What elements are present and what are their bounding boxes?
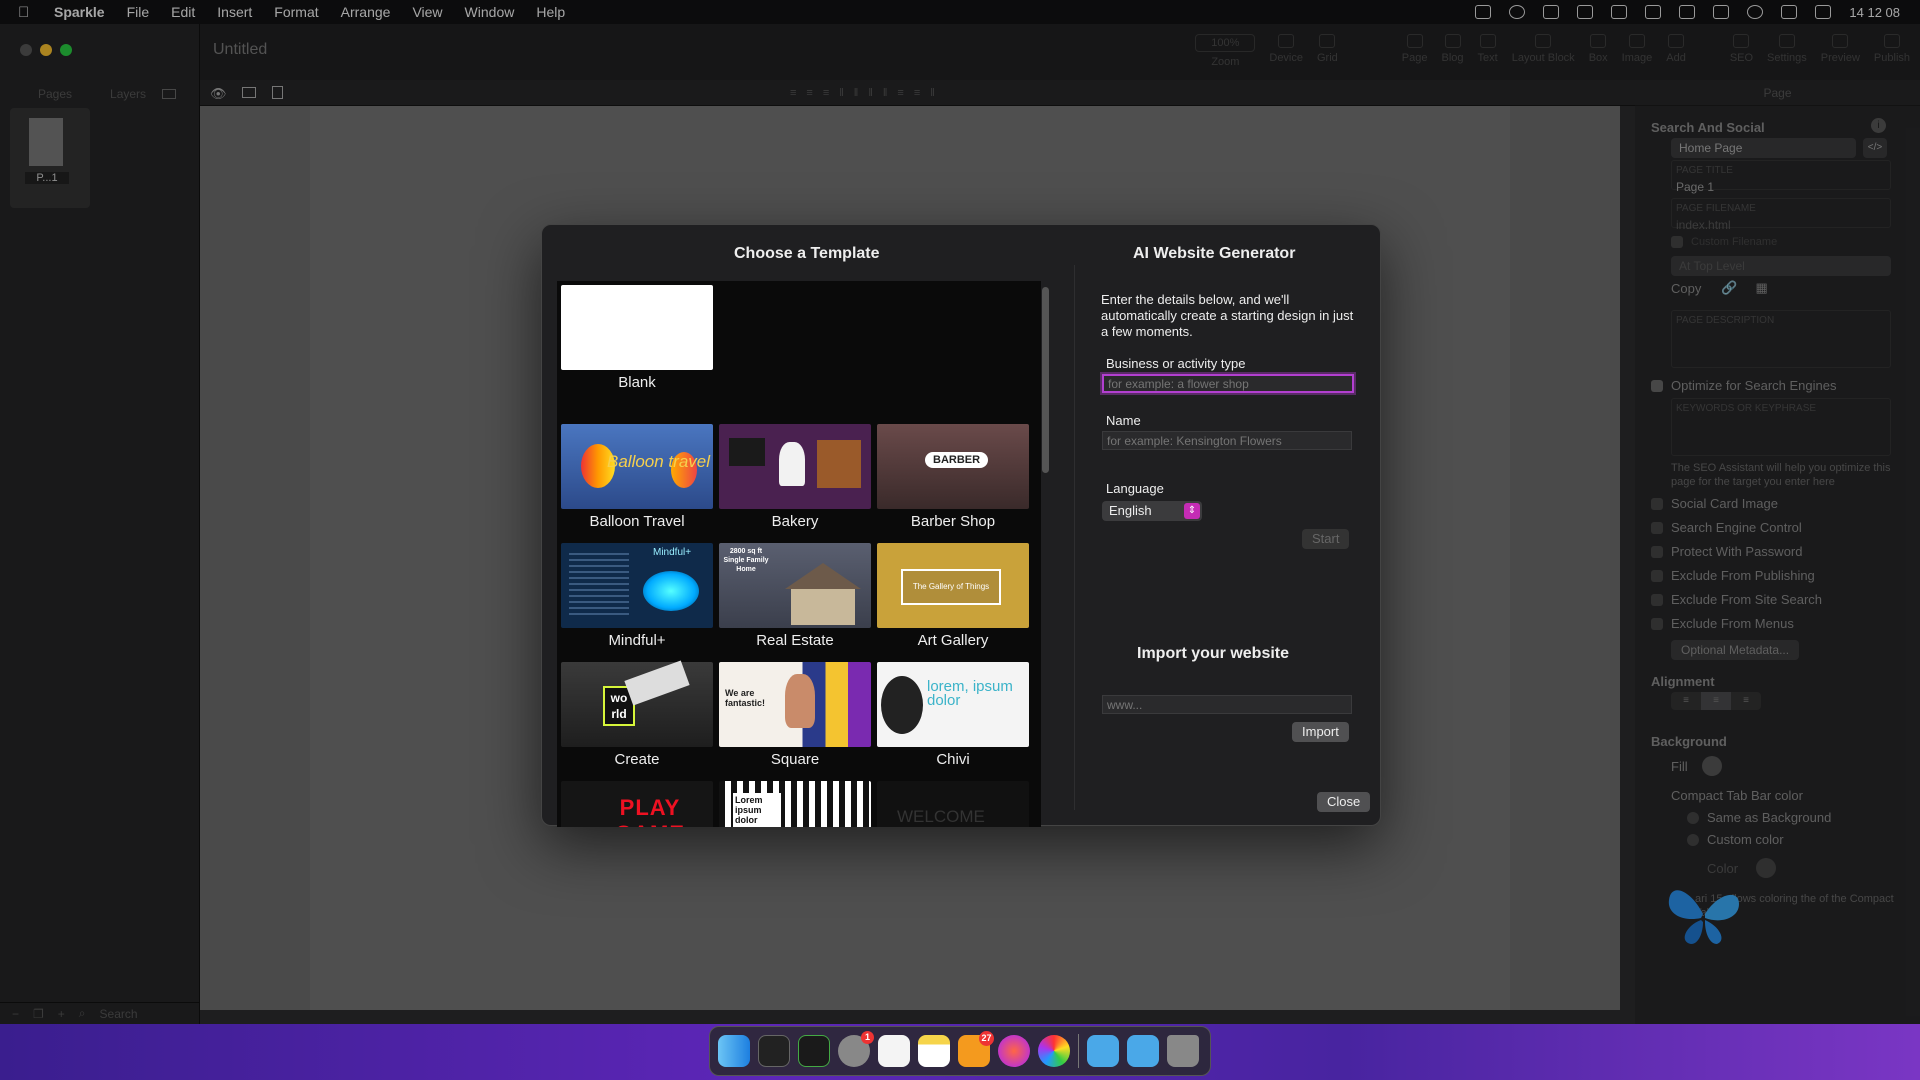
terminal-icon[interactable] <box>758 1035 790 1067</box>
template-grid: Blank Balloon travel Balloon Travel Bake… <box>557 281 1041 827</box>
template-lorem[interactable]: Lorem ipsum dolor <box>719 781 871 827</box>
textedit-icon[interactable] <box>878 1035 910 1067</box>
template-bakery[interactable]: Bakery <box>719 424 871 530</box>
welcome-text: WELCOME <box>897 807 985 826</box>
mindful-logo-text: Mindful+ <box>653 547 692 558</box>
barber-shop-preview: BARBER <box>877 424 1029 509</box>
balloon-travel-text: Balloon travel <box>607 452 711 471</box>
business-label: Business or activity type <box>1106 356 1246 371</box>
portrait-figure <box>785 674 815 728</box>
dock-separator <box>1078 1034 1079 1068</box>
trash-icon[interactable] <box>1167 1035 1199 1067</box>
mindful-text-block <box>569 553 629 619</box>
notes-icon[interactable] <box>918 1035 950 1067</box>
business-input[interactable] <box>1102 374 1354 393</box>
barber-badge: BARBER <box>925 452 989 468</box>
real-estate-preview: 2800 sq ft Single Family Home <box>719 543 871 628</box>
settings-badge: 1 <box>861 1031 874 1044</box>
name-label: Name <box>1106 413 1141 428</box>
choose-template-title: Choose a Template <box>734 245 880 262</box>
template-chivi[interactable]: lorem, ipsum dolor Chivi <box>877 662 1029 768</box>
template-dialog: Choose a Template Blank Balloon travel B… <box>541 224 1381 827</box>
finder-icon[interactable] <box>718 1035 750 1067</box>
template-balloon-travel-label: Balloon Travel <box>589 513 685 530</box>
template-art-gallery[interactable]: The Gallery of Things Art Gallery <box>877 543 1029 649</box>
brain-icon <box>643 571 699 611</box>
language-select[interactable]: English ⇕ <box>1102 501 1202 521</box>
chivi-text: lorem, ipsum dolor <box>927 678 1013 709</box>
import-button[interactable]: Import <box>1292 722 1349 742</box>
lorem-preview: Lorem ipsum dolor <box>719 781 871 827</box>
gallery-frame: The Gallery of Things <box>901 569 1001 605</box>
ai-intro-text: Enter the details below, and we'll autom… <box>1101 292 1354 339</box>
template-blank[interactable]: Blank <box>561 285 713 391</box>
template-create[interactable]: wo rld Create <box>561 660 713 768</box>
bakery-shelf <box>817 440 861 488</box>
house-body <box>791 589 855 625</box>
dialog-divider <box>1074 265 1075 810</box>
import-title: Import your website <box>1137 645 1290 662</box>
template-mindful[interactable]: Mindful+ Mindful+ <box>561 543 713 649</box>
ai-generator-title: AI Website Generator <box>1133 245 1296 262</box>
chef-figure <box>779 442 805 486</box>
house-roof <box>785 563 861 589</box>
laptop-icon <box>624 660 690 706</box>
close-button[interactable]: Close <box>1317 792 1371 812</box>
play-text: PLAY GAME <box>615 795 684 827</box>
template-balloon-travel[interactable]: Balloon travel Balloon Travel <box>561 424 713 530</box>
template-square[interactable]: We are fantastic! Square <box>719 662 871 768</box>
template-bakery-label: Bakery <box>771 513 819 530</box>
language-label: Language <box>1106 481 1164 496</box>
template-mindful-label: Mindful+ <box>608 632 666 649</box>
bakery-preview <box>719 424 871 509</box>
system-preferences-icon[interactable]: 1 <box>838 1031 874 1067</box>
app-store-icon[interactable]: 27 <box>958 1031 994 1067</box>
template-real-estate-label: Real Estate <box>756 632 834 649</box>
square-headline: We are fantastic! <box>725 688 766 708</box>
start-button[interactable]: Start <box>1302 529 1350 549</box>
template-real-estate[interactable]: 2800 sq ft Single Family Home Real Estat… <box>719 543 871 649</box>
import-url-input[interactable] <box>1102 695 1352 714</box>
name-input[interactable] <box>1102 431 1352 450</box>
template-blank-preview <box>561 285 713 370</box>
bakery-menu-board <box>729 438 765 466</box>
language-value: English <box>1109 503 1152 518</box>
applications-folder-icon[interactable] <box>1127 1035 1159 1067</box>
template-square-label: Square <box>770 751 820 768</box>
chevron-updown-icon: ⇕ <box>1184 503 1200 519</box>
appstore-badge: 27 <box>979 1031 994 1046</box>
create-preview: wo rld <box>561 660 713 747</box>
real-estate-text: 2800 sq ft Single Family Home <box>723 548 769 573</box>
template-barber-shop-label: Barber Shop <box>910 513 996 530</box>
dock: 1 27 <box>709 1026 1211 1076</box>
welcome-preview: WELCOME <box>877 781 1029 827</box>
balloon-travel-preview: Balloon travel <box>561 424 713 509</box>
lorem-text: Lorem ipsum dolor <box>733 793 781 827</box>
downloads-folder-icon[interactable] <box>1087 1035 1119 1067</box>
template-welcome[interactable]: WELCOME <box>877 781 1029 827</box>
template-barber-shop[interactable]: BARBER Barber Shop <box>877 424 1029 530</box>
template-play[interactable]: PLAY GAME <box>561 781 713 827</box>
activity-monitor-icon[interactable] <box>798 1035 830 1067</box>
template-chivi-label: Chivi <box>936 751 970 768</box>
template-scrollbar[interactable] <box>1042 287 1049 473</box>
square-preview: We are fantastic! <box>719 662 871 747</box>
template-blank-label: Blank <box>618 374 656 391</box>
chivi-photo <box>881 676 923 734</box>
play-preview: PLAY GAME <box>561 781 713 827</box>
art-gallery-preview: The Gallery of Things <box>877 543 1029 628</box>
sparkle-icon[interactable] <box>1038 1035 1070 1067</box>
mindful-preview: Mindful+ <box>561 543 713 628</box>
firefox-icon[interactable] <box>998 1035 1030 1067</box>
template-art-gallery-label: Art Gallery <box>917 632 989 649</box>
chivi-preview: lorem, ipsum dolor <box>877 662 1029 747</box>
template-create-label: Create <box>614 751 660 768</box>
